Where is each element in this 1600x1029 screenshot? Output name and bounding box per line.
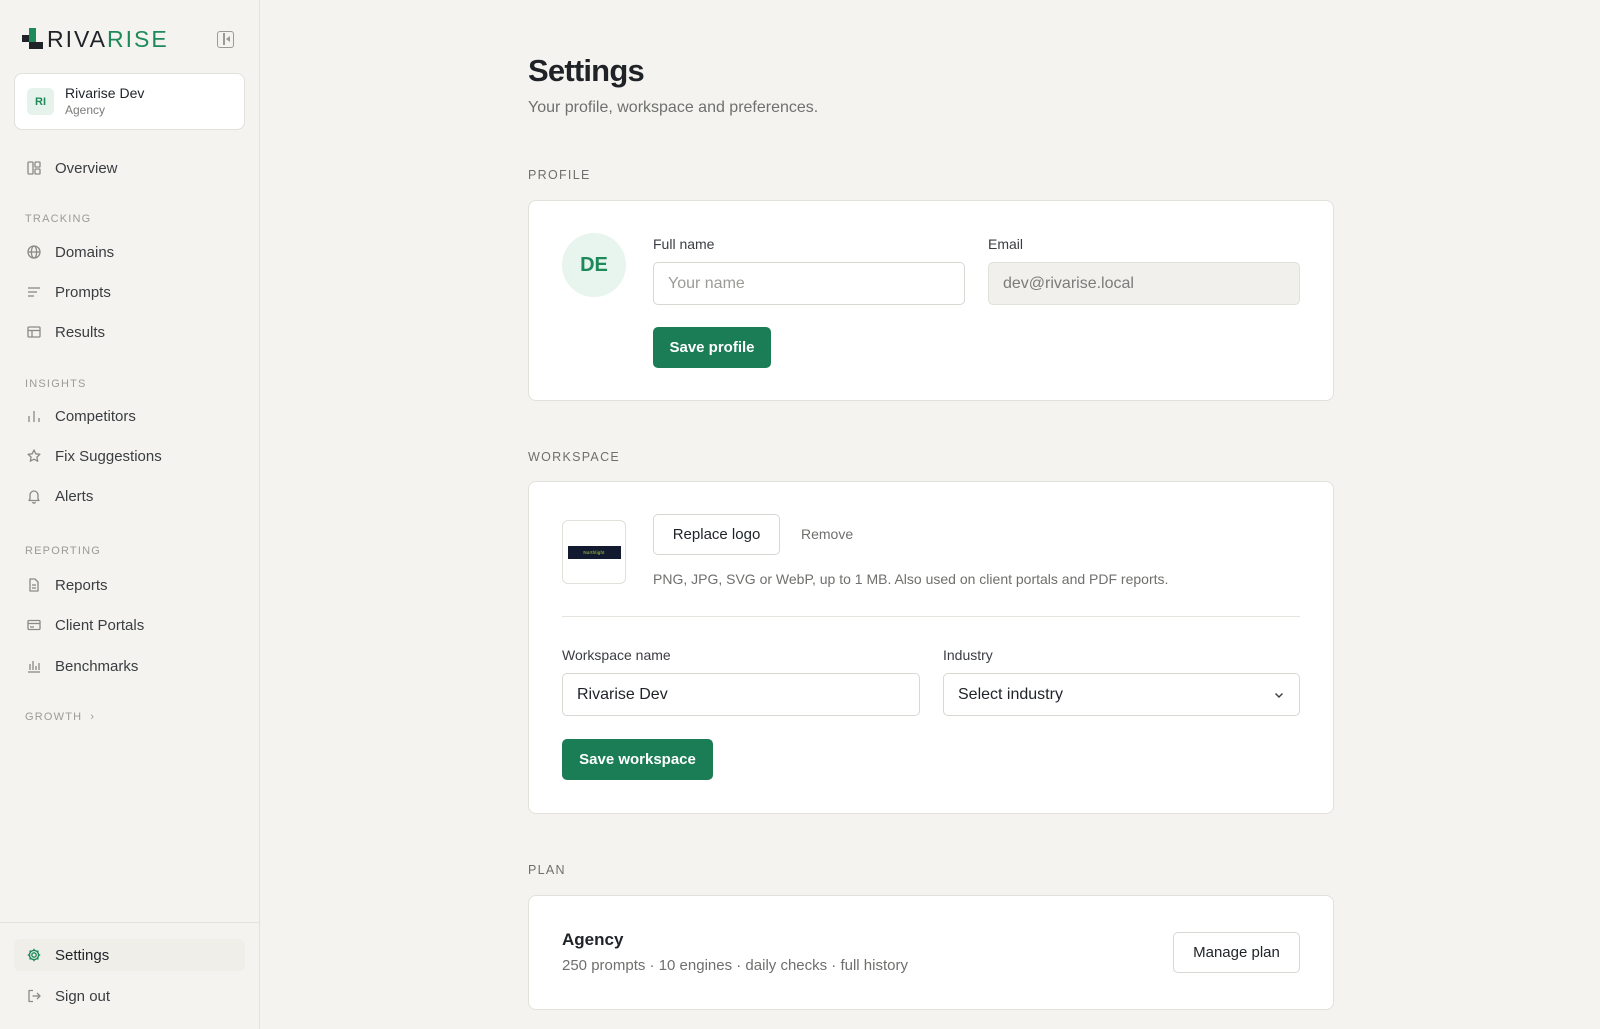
plan-description: 250 prompts · 10 engines · daily checks … <box>562 957 908 974</box>
nav-fix-suggestions-label: Fix Suggestions <box>55 447 162 465</box>
browser-card-icon <box>26 617 42 633</box>
workspace-switcher[interactable]: RI Rivarise Dev Agency <box>14 73 245 130</box>
replace-logo-button[interactable]: Replace logo <box>653 514 780 555</box>
nav-fix-suggestions[interactable]: Fix Suggestions <box>14 440 245 472</box>
nav-settings[interactable]: Settings <box>14 939 245 971</box>
nav-sign-out-label: Sign out <box>55 987 111 1005</box>
workspace-plan: Agency <box>65 102 106 117</box>
workspace-name: Rivarise Dev <box>65 84 145 101</box>
full-name-label: Full name <box>653 236 715 252</box>
email-label: Email <box>988 236 1024 252</box>
email-field: dev@rivarise.local <box>988 262 1300 305</box>
manage-plan-button[interactable]: Manage plan <box>1173 932 1300 973</box>
nav-results-label: Results <box>55 323 106 341</box>
workspace-avatar: RI <box>27 88 54 115</box>
bell-icon <box>26 488 42 504</box>
brand-mark-icon <box>22 28 44 50</box>
profile-card: DE Full name Your name Email dev@rivaris… <box>528 200 1334 401</box>
file-icon <box>26 577 42 593</box>
nav-reports[interactable]: Reports <box>14 569 245 601</box>
gear-icon <box>26 947 42 963</box>
logo-hint: PNG, JPG, SVG or WebP, up to 1 MB. Also … <box>653 571 1169 587</box>
workspace-card: Northlight Replace logo Remove PNG, JPG,… <box>528 481 1334 814</box>
brand-wordmark: RIVARISE <box>47 26 169 52</box>
full-name-field[interactable]: Your name <box>653 262 965 305</box>
chevron-down-icon <box>1275 693 1283 698</box>
list-icon <box>26 284 42 300</box>
nav-prompts-label: Prompts <box>55 283 111 301</box>
workspace-logo-image: Northlight <box>567 545 621 559</box>
layout-grid-icon <box>26 160 42 176</box>
remove-logo-button[interactable]: Remove <box>801 526 853 542</box>
globe-icon <box>26 244 42 260</box>
nav-results[interactable]: Results <box>14 316 245 348</box>
nav-competitors[interactable]: Competitors <box>14 400 245 432</box>
nav-settings-label: Settings <box>55 946 110 964</box>
bar-chart-icon <box>26 658 42 674</box>
save-workspace-button[interactable]: Save workspace <box>562 739 713 780</box>
section-tracking: TRACKING <box>25 213 92 225</box>
profile-section-heading: PROFILE <box>528 168 591 182</box>
section-growth-toggle[interactable]: GROWTH › <box>25 711 95 723</box>
collapse-sidebar-icon[interactable] <box>217 31 234 48</box>
nav-client-portals[interactable]: Client Portals <box>14 609 245 641</box>
industry-label: Industry <box>943 647 993 663</box>
workspace-name-field[interactable]: Rivarise Dev <box>562 673 920 716</box>
page-title: Settings <box>528 53 645 88</box>
divider <box>562 616 1300 617</box>
workspace-logo-text: Northlight <box>583 549 605 555</box>
star-icon <box>26 448 42 464</box>
plan-section-heading: PLAN <box>528 863 566 877</box>
section-reporting: REPORTING <box>25 545 101 557</box>
section-insights: INSIGHTS <box>25 378 87 390</box>
workspace-name-label: Workspace name <box>562 647 671 663</box>
industry-select[interactable]: Select industry <box>943 673 1300 716</box>
sidebar: RIVARISE RI Rivarise Dev Agency Overview… <box>0 0 260 1029</box>
nav-overview[interactable]: Overview <box>14 152 245 184</box>
industry-select-value: Select industry <box>958 685 1063 703</box>
nav-sign-out[interactable]: Sign out <box>14 980 245 1012</box>
sign-out-icon <box>26 988 42 1004</box>
nav-domains[interactable]: Domains <box>14 236 245 268</box>
nav-prompts[interactable]: Prompts <box>14 276 245 308</box>
avatar[interactable]: DE <box>562 233 626 297</box>
nav-benchmarks-label: Benchmarks <box>55 657 139 675</box>
nav-alerts[interactable]: Alerts <box>14 480 245 512</box>
nav-overview-label: Overview <box>55 159 118 177</box>
workspace-section-heading: WORKSPACE <box>528 450 621 464</box>
plan-card: Agency 250 prompts · 10 engines · daily … <box>528 895 1334 1010</box>
nav-competitors-label: Competitors <box>55 407 136 425</box>
table-icon <box>26 324 42 340</box>
nav-reports-label: Reports <box>55 576 108 594</box>
section-growth-label: GROWTH <box>25 711 83 723</box>
nav-client-portals-label: Client Portals <box>55 616 145 634</box>
nav-benchmarks[interactable]: Benchmarks <box>14 650 245 682</box>
nav-domains-label: Domains <box>55 243 115 261</box>
sidebar-footer <box>0 922 259 923</box>
page-subtitle: Your profile, workspace and preferences. <box>528 99 819 116</box>
workspace-logo: Northlight <box>562 520 626 584</box>
plan-name: Agency <box>562 930 624 949</box>
nav-alerts-label: Alerts <box>55 487 94 505</box>
save-profile-button[interactable]: Save profile <box>653 327 771 368</box>
bar-chart-icon <box>26 408 42 424</box>
brand-logo[interactable]: RIVARISE <box>22 26 169 52</box>
chevron-right-icon: › <box>90 711 96 723</box>
